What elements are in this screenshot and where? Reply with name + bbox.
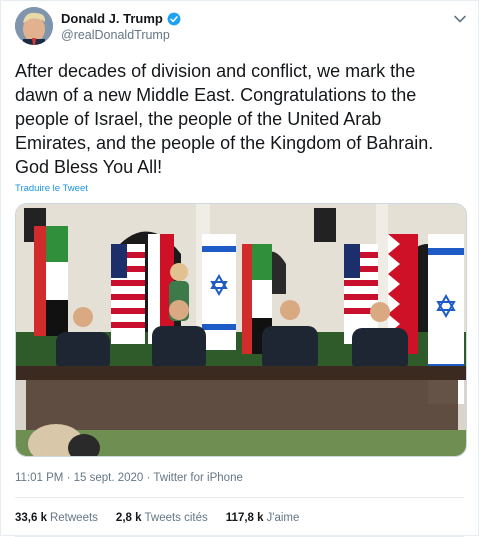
author-display-name[interactable]: Donald J. Trump — [61, 11, 163, 26]
quote-tweets-count: 2,8 k — [115, 512, 142, 524]
tweet-stats: 33,6 k Retweets 2,8 k Tweets cités 117,8 k… — [15, 512, 299, 524]
author-name-row[interactable]: Donald J. Trump — [61, 11, 181, 26]
tweet-photo[interactable] — [15, 203, 467, 457]
avatar[interactable] — [15, 7, 53, 45]
tweet-text: After decades of division and conflict, … — [15, 61, 434, 177]
timestamp-separator: · — [66, 472, 71, 484]
retweets-label: Retweets — [49, 512, 98, 524]
tweet-time[interactable]: 11:01 PM — [15, 472, 63, 484]
likes-count: 117,8 k — [225, 512, 264, 524]
quote-tweets-label: Tweets cités — [144, 512, 208, 524]
signing-ceremony-photo — [16, 204, 466, 456]
tweet-card: Donald J. Trump @realDonaldTrump After d… — [0, 0, 479, 537]
likes-label: J'aime — [266, 512, 300, 524]
timestamp-separator: · — [146, 472, 151, 484]
avatar-image — [15, 7, 53, 45]
retweets-count: 33,6 k — [15, 512, 47, 524]
translate-tweet-link[interactable]: Traduire le Tweet — [15, 183, 88, 194]
verified-badge-icon — [167, 12, 181, 25]
likes-stat[interactable]: 117,8 k J'aime — [226, 512, 300, 524]
author-handle[interactable]: @realDonaldTrump — [61, 28, 170, 42]
quote-tweets-stat[interactable]: 2,8 k Tweets cités — [116, 512, 208, 524]
tweet-source[interactable]: Twitter for iPhone — [153, 472, 242, 484]
retweets-stat[interactable]: 33,6 k Retweets — [15, 512, 98, 524]
tweet-timestamp[interactable]: 11:01 PM · 15 sept. 2020 · Twitter for i… — [15, 472, 243, 484]
divider — [15, 497, 464, 498]
tweet-date[interactable]: 15 sept. 2020 — [74, 472, 144, 484]
chevron-down-icon[interactable] — [452, 11, 468, 27]
